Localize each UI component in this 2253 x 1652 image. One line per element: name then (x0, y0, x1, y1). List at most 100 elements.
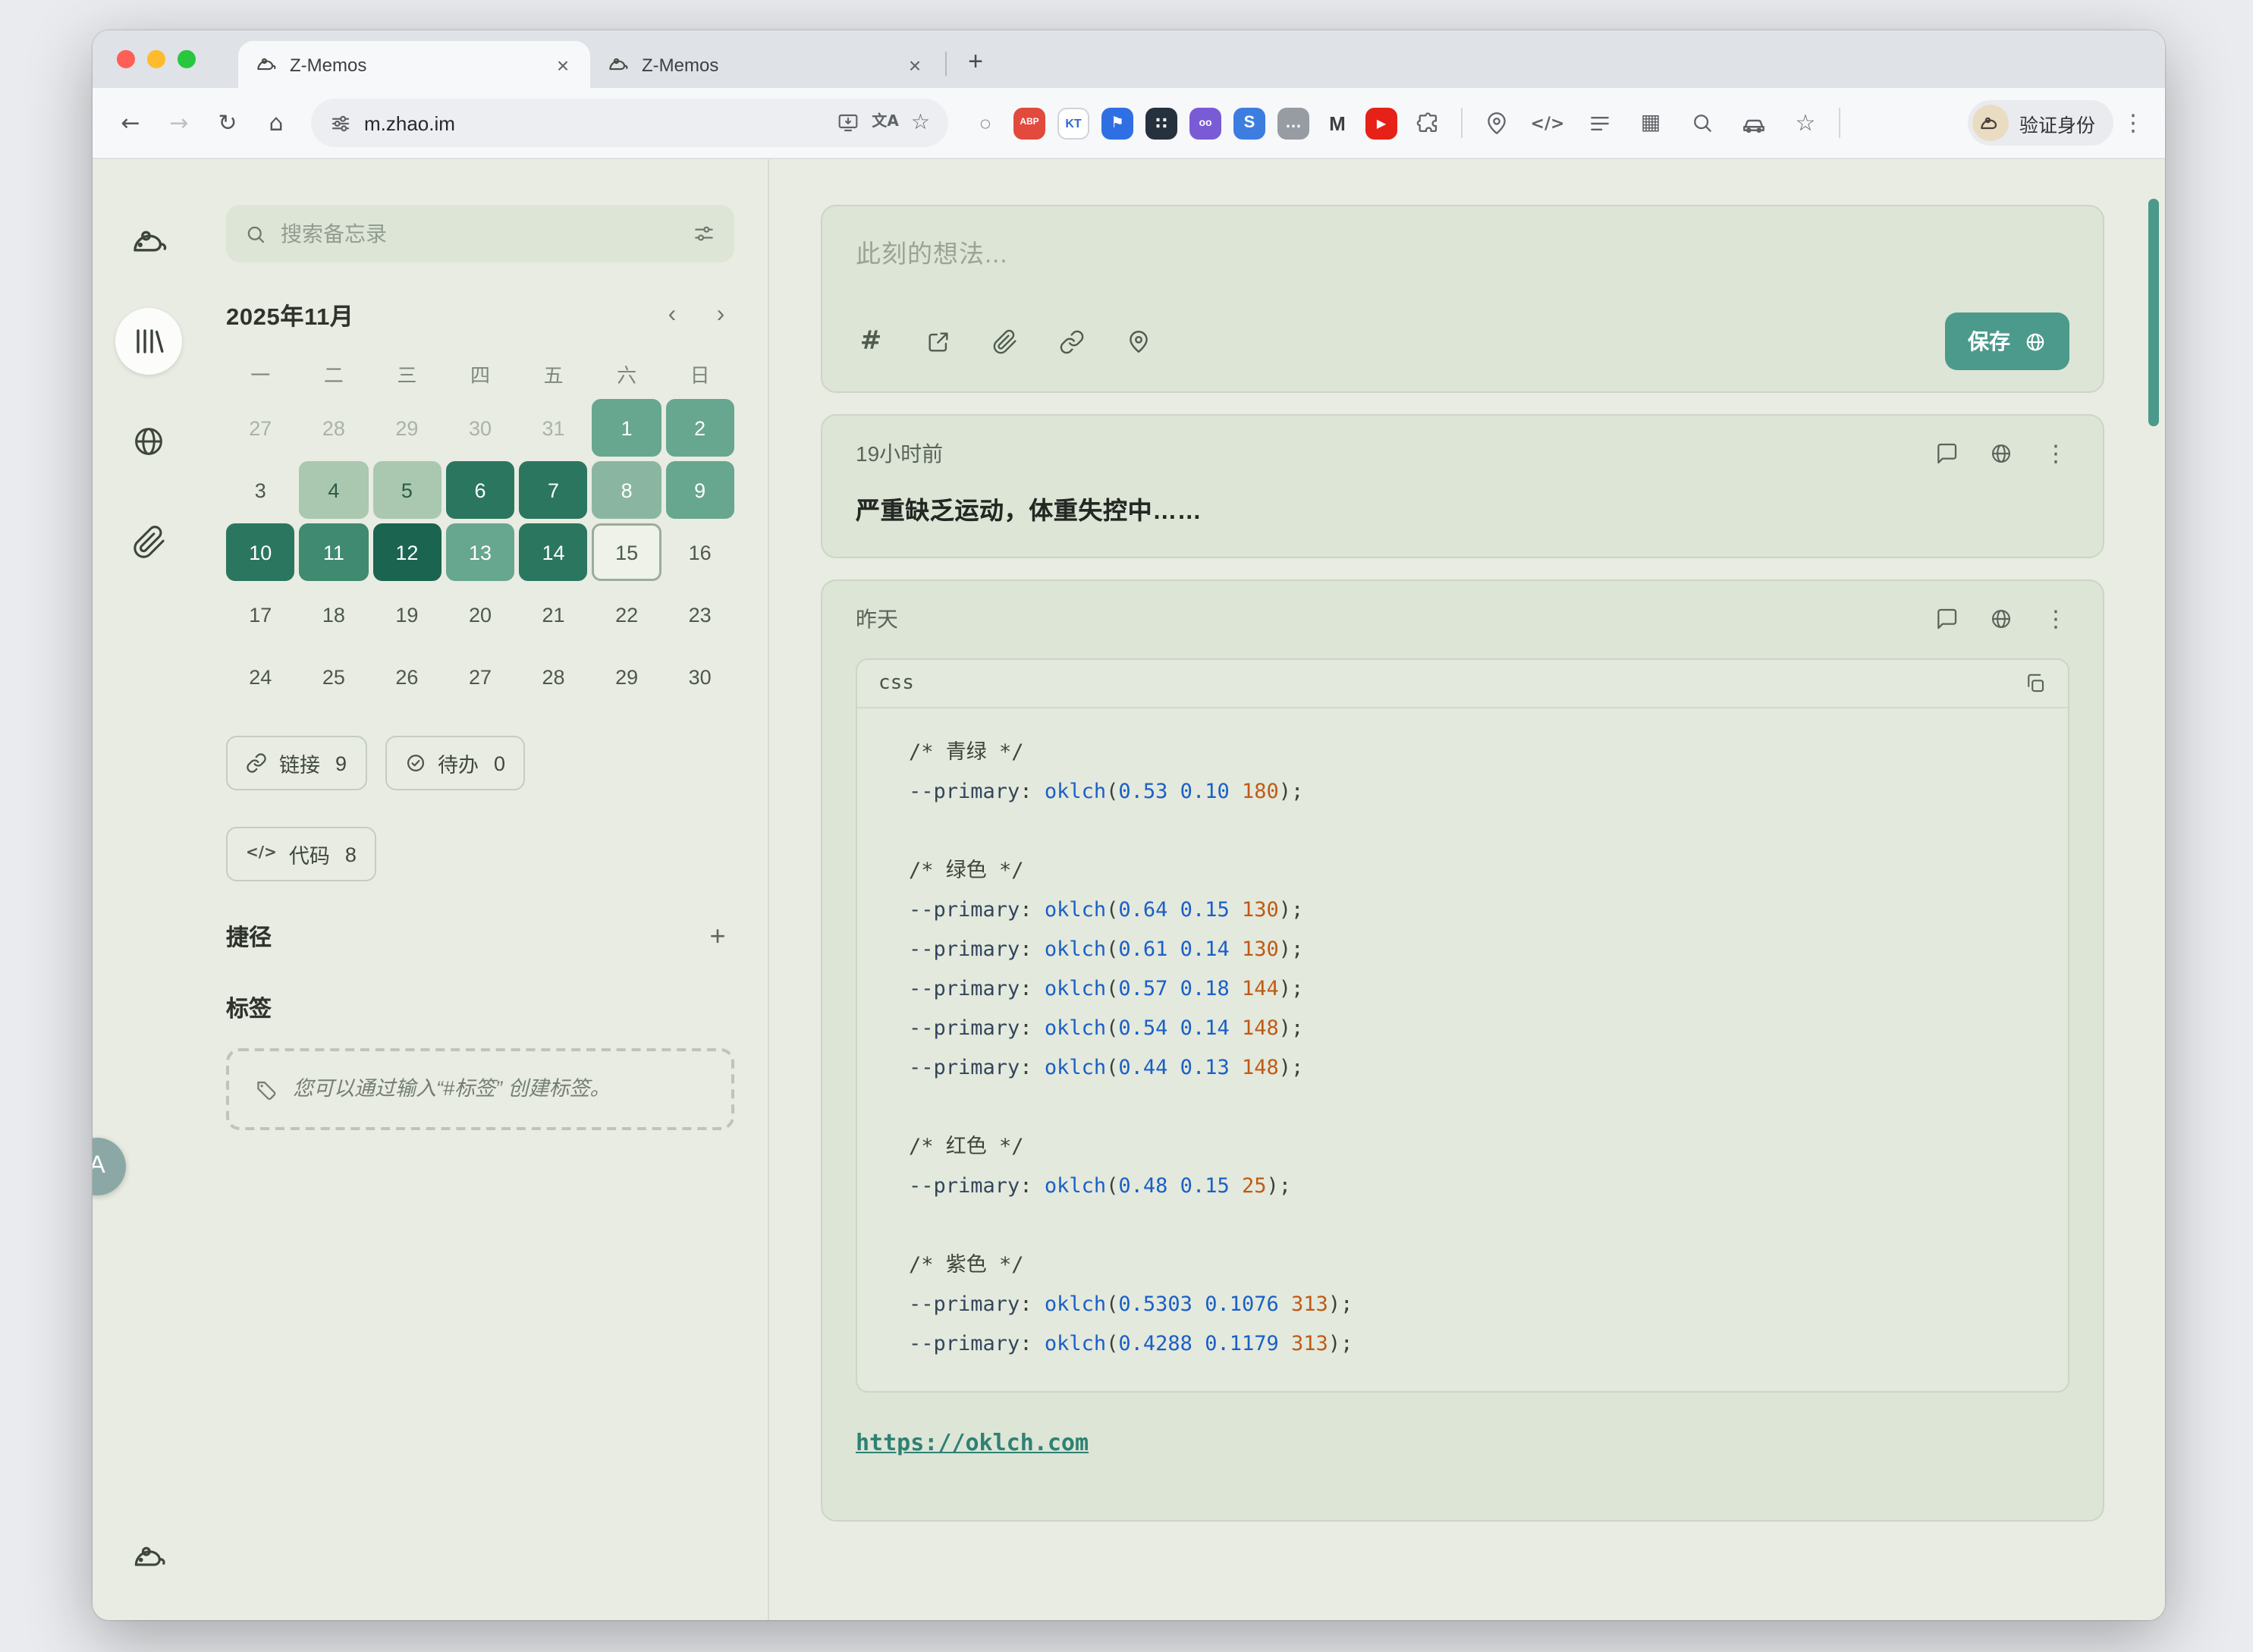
home-mouse-logo-button[interactable] (115, 208, 182, 275)
s-extension-icon[interactable]: S (1233, 107, 1265, 139)
todos-stat-chip[interactable]: 待办 0 (385, 736, 525, 790)
bookmark-star-icon[interactable]: ☆ (911, 112, 930, 133)
calendar-day[interactable]: 18 (300, 586, 369, 643)
attachments-nav-button[interactable] (115, 508, 182, 575)
calendar-day[interactable]: 29 (592, 648, 661, 705)
calendar-day[interactable]: 4 (300, 461, 369, 519)
links-stat-chip[interactable]: 链接 9 (226, 736, 366, 790)
chat-extension-icon[interactable]: … (1277, 107, 1309, 139)
tab-z-memos-1[interactable]: Z-Memos × (238, 41, 590, 88)
bottom-mouse-logo-button[interactable] (115, 1523, 182, 1590)
calendar-day[interactable]: 5 (372, 461, 441, 519)
kt-extension-icon[interactable]: KT (1057, 107, 1089, 139)
calendar-day[interactable]: 30 (665, 648, 734, 705)
calendar-day[interactable]: 8 (592, 461, 661, 519)
page-search-icon[interactable] (1684, 105, 1720, 141)
calendar-day[interactable]: 26 (372, 648, 441, 705)
comment-icon[interactable] (1933, 440, 1960, 467)
forward-button[interactable]: → (156, 100, 202, 146)
minimize-window-button[interactable] (147, 50, 165, 68)
m-extension-icon[interactable]: M (1321, 107, 1353, 139)
back-button[interactable]: ← (108, 100, 153, 146)
memo-link[interactable]: https://oklch.com (856, 1429, 1089, 1456)
visibility-globe-icon[interactable] (1987, 440, 2015, 467)
calendar-day[interactable]: 3 (226, 461, 295, 519)
adblock-plus-extension-icon[interactable]: ABP (1013, 107, 1045, 139)
code-icon[interactable]: </> (1529, 105, 1566, 141)
calendar-day[interactable]: 27 (226, 399, 295, 457)
calendar-day[interactable]: 29 (372, 399, 441, 457)
editor-placeholder[interactable]: 此刻的想法... (856, 234, 2069, 270)
calendar-day[interactable]: 11 (300, 523, 369, 581)
address-bar[interactable]: m.zhao.im 文A ☆ (311, 99, 948, 147)
calendar-day[interactable]: 25 (300, 648, 369, 705)
translate-icon[interactable]: 文A (872, 115, 899, 130)
calendar-day[interactable]: 12 (372, 523, 441, 581)
calendar-day[interactable]: 21 (519, 586, 588, 643)
ghost-extension-icon[interactable]: oo (1189, 107, 1221, 139)
calendar-day[interactable]: 19 (372, 586, 441, 643)
browser-menu-icon[interactable]: ⋮ (2116, 109, 2150, 137)
youtube-extension-icon[interactable]: ▶ (1365, 107, 1397, 139)
location-pin-icon[interactable] (1478, 105, 1514, 141)
calendar-day[interactable]: 2 (665, 399, 734, 457)
save-button[interactable]: 保存 (1945, 312, 2069, 370)
car-icon[interactable] (1736, 105, 1772, 141)
site-settings-tune-icon[interactable] (329, 111, 352, 134)
copy-code-icon[interactable] (2024, 672, 2047, 695)
calendar-day[interactable]: 23 (665, 586, 734, 643)
calendar-day[interactable]: 16 (665, 523, 734, 581)
insert-reference-icon[interactable] (922, 326, 953, 356)
prev-month-button[interactable]: ‹ (658, 302, 686, 329)
calendar-day[interactable]: 27 (446, 648, 515, 705)
dots-extension-icon[interactable]: ∷ (1145, 107, 1177, 139)
home-button[interactable]: ⌂ (253, 100, 299, 146)
calendar-day[interactable]: 13 (446, 523, 515, 581)
calendar-day[interactable]: 28 (519, 648, 588, 705)
memo-editor-card[interactable]: 此刻的想法... # (821, 205, 2104, 393)
calendar-day[interactable]: 22 (592, 586, 661, 643)
profile-button[interactable]: 验证身份 (1968, 100, 2113, 146)
fullscreen-window-button[interactable] (178, 50, 196, 68)
recorder-extension-icon[interactable]: ○ (969, 107, 1001, 139)
extensions-puzzle-icon[interactable] (1409, 105, 1446, 141)
new-tab-button[interactable]: + (956, 42, 995, 82)
close-window-button[interactable] (117, 50, 135, 68)
calendar-day[interactable]: 31 (519, 399, 588, 457)
attachment-paperclip-icon[interactable] (989, 326, 1020, 356)
comment-icon[interactable] (1933, 605, 1960, 633)
hash-tag-icon[interactable]: # (856, 326, 886, 356)
code-stat-chip[interactable]: </> 代码 8 (226, 827, 376, 881)
calendar-day[interactable]: 20 (446, 586, 515, 643)
qr-code-icon[interactable]: ▦ (1632, 105, 1669, 141)
more-menu-icon[interactable]: ⋮ (2042, 605, 2069, 633)
url-text[interactable]: m.zhao.im (364, 111, 823, 134)
bookmark-star-icon[interactable]: ☆ (1787, 105, 1824, 141)
next-month-button[interactable]: › (707, 302, 734, 329)
calendar-day[interactable]: 7 (519, 461, 588, 519)
calendar-day[interactable]: 1 (592, 399, 661, 457)
explore-globe-button[interactable] (115, 408, 182, 475)
visibility-globe-icon[interactable] (1987, 605, 2015, 633)
calendar-day[interactable]: 17 (226, 586, 295, 643)
search-filter-icon[interactable] (692, 221, 716, 246)
calendar-day[interactable]: 14 (519, 523, 588, 581)
close-tab-icon[interactable]: × (903, 52, 927, 77)
link-icon[interactable] (1056, 326, 1086, 356)
calendar-day[interactable]: 15 (592, 523, 661, 581)
calendar-day[interactable]: 6 (446, 461, 515, 519)
calendar-day[interactable]: 24 (226, 648, 295, 705)
send-to-device-icon[interactable] (835, 111, 859, 135)
library-nav-button[interactable] (115, 308, 182, 375)
calendar-day[interactable]: 10 (226, 523, 295, 581)
reload-button[interactable]: ↻ (205, 100, 250, 146)
reading-list-icon[interactable] (1581, 105, 1617, 141)
more-menu-icon[interactable]: ⋮ (2042, 440, 2069, 467)
add-shortcut-button[interactable]: + (701, 921, 734, 953)
close-tab-icon[interactable]: × (551, 52, 575, 77)
bookmark-flag-extension-icon[interactable]: ⚑ (1101, 107, 1133, 139)
calendar-day[interactable]: 30 (446, 399, 515, 457)
search-box[interactable] (226, 205, 734, 262)
scrollbar-thumb[interactable] (2148, 199, 2159, 426)
location-pin-icon[interactable] (1123, 326, 1153, 356)
